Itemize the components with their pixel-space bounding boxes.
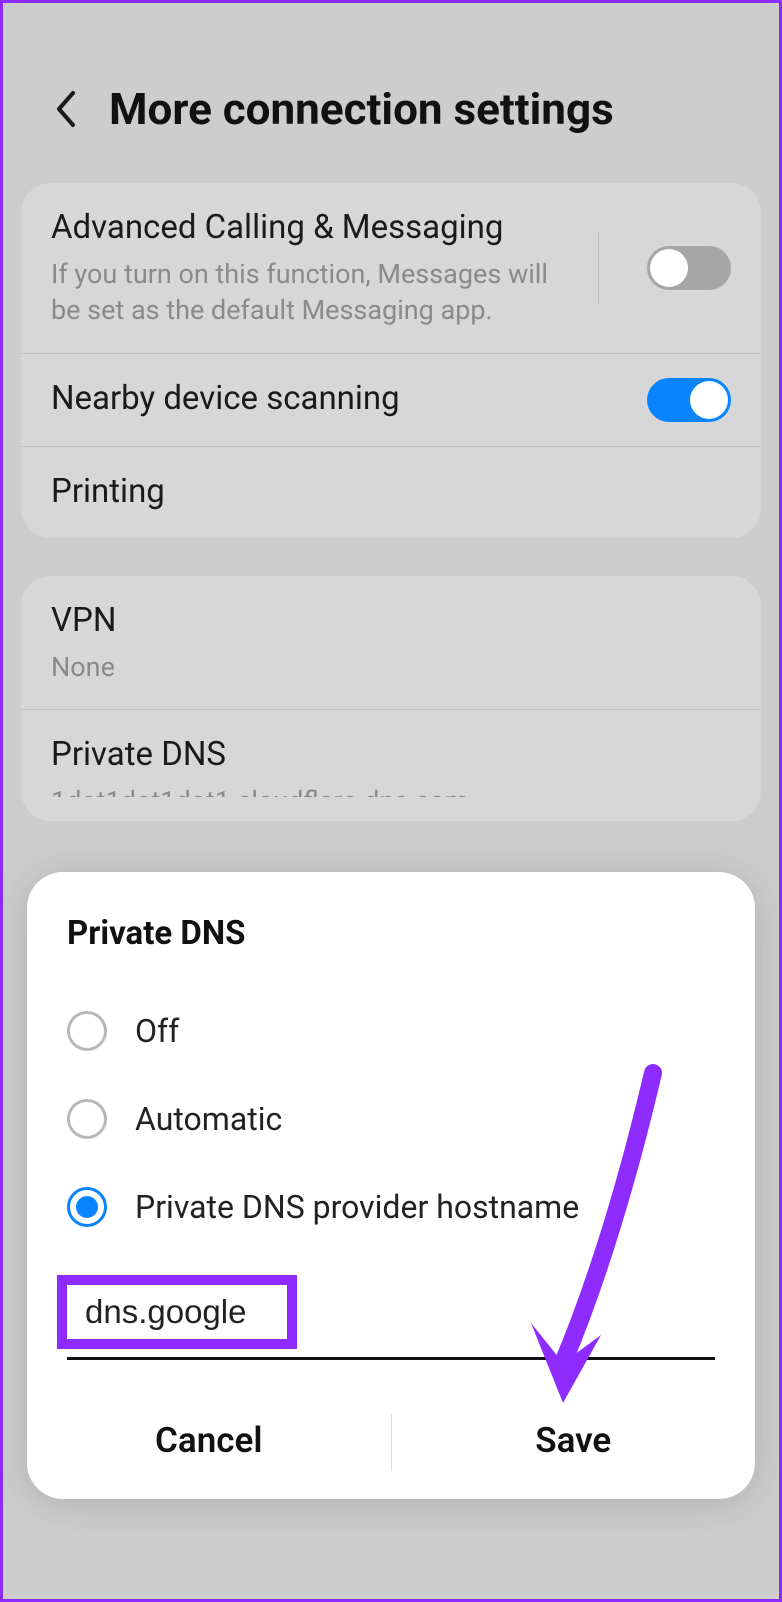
- dialog-title: Private DNS: [27, 914, 755, 987]
- radio-option-automatic[interactable]: Automatic: [27, 1075, 755, 1163]
- cancel-button[interactable]: Cancel: [27, 1386, 391, 1499]
- toggle-advanced-calling[interactable]: [647, 246, 731, 290]
- settings-group-1: Advanced Calling & Messaging If you turn…: [21, 183, 761, 538]
- page-title: More connection settings: [109, 83, 614, 135]
- row-title: Nearby device scanning: [51, 378, 627, 421]
- radio-option-hostname[interactable]: Private DNS provider hostname: [27, 1163, 755, 1251]
- row-subtitle: If you turn on this function, Messages w…: [51, 256, 580, 329]
- row-title: Printing: [51, 471, 731, 514]
- toggle-nearby-scanning[interactable]: [647, 378, 731, 422]
- radio-icon: [67, 1011, 107, 1051]
- row-title: Private DNS: [51, 734, 731, 777]
- row-nearby-scanning[interactable]: Nearby device scanning: [21, 353, 761, 446]
- row-advanced-calling[interactable]: Advanced Calling & Messaging If you turn…: [21, 183, 761, 353]
- radio-label: Off: [135, 1012, 179, 1050]
- save-button[interactable]: Save: [392, 1386, 756, 1499]
- hostname-field-wrap: [57, 1275, 725, 1360]
- row-printing[interactable]: Printing: [21, 446, 761, 538]
- radio-label: Automatic: [135, 1100, 282, 1138]
- row-subtitle: 1dot1dot1dot1.cloudflare-dns.com: [51, 783, 731, 797]
- settings-group-2: VPN None Private DNS 1dot1dot1dot1.cloud…: [21, 576, 761, 821]
- row-title: VPN: [51, 600, 731, 643]
- radio-option-off[interactable]: Off: [27, 987, 755, 1075]
- row-private-dns[interactable]: Private DNS 1dot1dot1dot1.cloudflare-dns…: [21, 709, 761, 821]
- radio-label: Private DNS provider hostname: [135, 1188, 579, 1226]
- radio-icon: [67, 1187, 107, 1227]
- input-underline: [67, 1357, 715, 1360]
- header: More connection settings: [3, 3, 779, 165]
- back-icon[interactable]: [53, 89, 79, 129]
- row-vpn[interactable]: VPN None: [21, 576, 761, 709]
- row-title: Advanced Calling & Messaging: [51, 207, 580, 250]
- private-dns-dialog: Private DNS Off Automatic Private DNS pr…: [27, 872, 755, 1499]
- row-subtitle: None: [51, 649, 731, 685]
- divider: [598, 231, 599, 305]
- radio-icon: [67, 1099, 107, 1139]
- dialog-buttons: Cancel Save: [27, 1386, 755, 1499]
- hostname-input[interactable]: [85, 1293, 269, 1331]
- annotation-highlight: [57, 1275, 297, 1349]
